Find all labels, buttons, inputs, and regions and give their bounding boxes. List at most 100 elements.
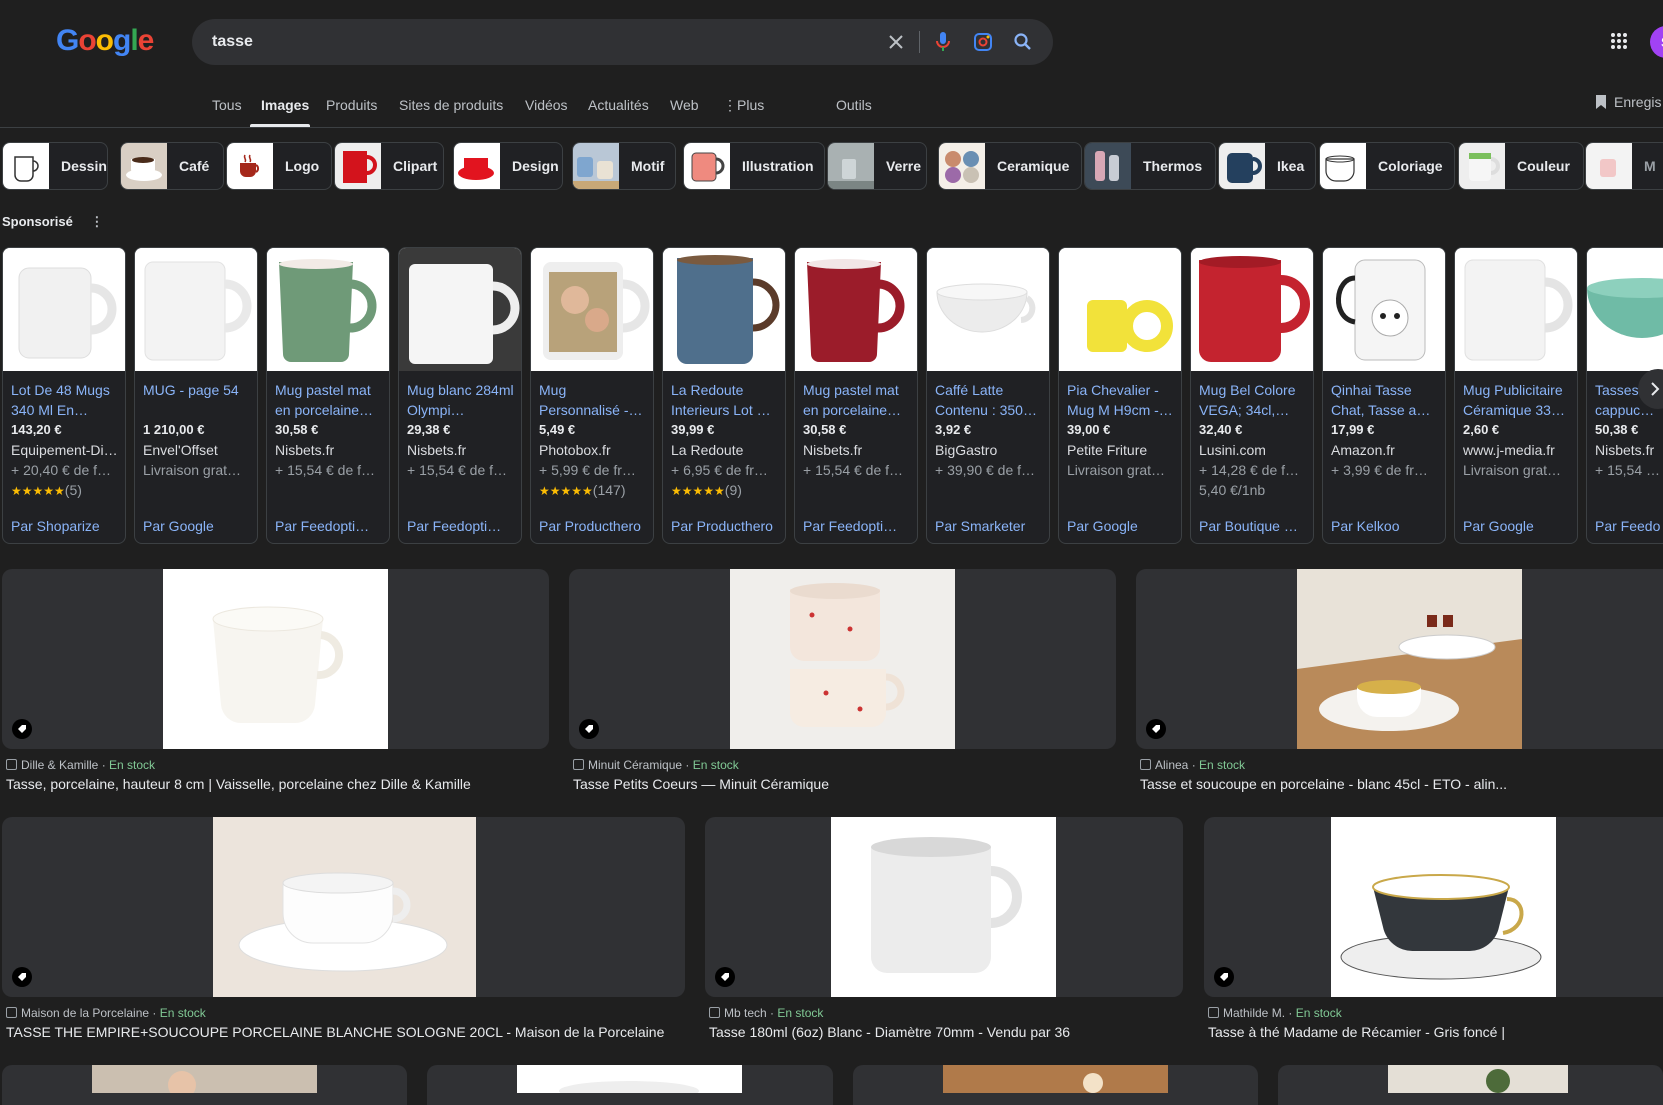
product-title[interactable]: Lot De 48 Mugs 340 Ml En… <box>11 380 121 420</box>
product-title[interactable]: Qinhai Tasse Chat, Tasse a… <box>1331 380 1441 420</box>
product-title[interactable]: Pia Chevalier - Mug M H9cm -… <box>1067 380 1177 420</box>
product-card[interactable]: Mug blanc 284ml Olympi… 29,38 € Nisbets.… <box>398 247 522 544</box>
image-result[interactable]: Mathilde M. · En stock Tasse à thé Madam… <box>1204 817 1663 1047</box>
product-provider[interactable]: Par Smarketer <box>935 518 1047 534</box>
chip-design[interactable]: Design <box>453 142 563 190</box>
image-result-partial[interactable] <box>853 1065 1258 1105</box>
tab-plus[interactable]: Plus <box>737 97 764 113</box>
product-card[interactable]: Caffé Latte Contenu : 350… 3,92 € BigGas… <box>926 247 1050 544</box>
product-card[interactable]: Qinhai Tasse Chat, Tasse a… 17,99 € Amaz… <box>1322 247 1446 544</box>
product-title[interactable]: Mug Publicitaire Céramique 33… <box>1463 380 1573 420</box>
result-title[interactable]: Tasse et soucoupe en porcelaine - blanc … <box>1140 776 1520 792</box>
tab-produits[interactable]: Produits <box>326 97 377 113</box>
tab-images[interactable]: Images <box>261 97 309 113</box>
product-provider[interactable]: Par Producthero <box>539 518 651 534</box>
tab-actualites[interactable]: Actualités <box>588 97 649 113</box>
header: Google S <box>0 0 1663 84</box>
related-searches-chips: Dessin Café Logo Clipart Design Motif Il… <box>0 140 1663 192</box>
tab-web[interactable]: Web <box>670 97 699 113</box>
microphone-icon[interactable] <box>929 28 957 56</box>
image-result-partial[interactable] <box>427 1065 833 1105</box>
tab-videos[interactable]: Vidéos <box>525 97 568 113</box>
chip-thumbnail <box>828 143 874 189</box>
image-result-partial[interactable] <box>2 1065 407 1105</box>
image-result[interactable]: Dille & Kamille · En stock Tasse, porcel… <box>2 569 549 799</box>
result-image <box>943 1065 1168 1093</box>
product-title[interactable]: Mug pastel mat en porcelaine… <box>275 380 385 420</box>
clear-icon[interactable] <box>882 28 910 56</box>
product-title[interactable]: Mug pastel mat en porcelaine… <box>803 380 913 420</box>
product-provider[interactable]: Par Google <box>1067 518 1179 534</box>
product-title[interactable]: Mug Personnalisé -… <box>539 380 649 420</box>
chip-dessin[interactable]: Dessin <box>2 142 108 190</box>
product-card[interactable]: Mug pastel mat en porcelaine… 30,58 € Ni… <box>266 247 390 544</box>
result-title[interactable]: TASSE THE EMPIRE+SOUCOUPE PORCELAINE BLA… <box>6 1024 686 1040</box>
product-provider[interactable]: Par Google <box>143 518 255 534</box>
product-provider[interactable]: Par Kelkoo <box>1331 518 1443 534</box>
product-title[interactable]: Mug blanc 284ml Olympi… <box>407 380 517 420</box>
product-provider[interactable]: Par Shoparize <box>11 518 123 534</box>
chip-logo[interactable]: Logo <box>226 142 332 190</box>
search-icon[interactable] <box>1009 28 1037 56</box>
product-store: Envel'Offset <box>143 442 218 458</box>
product-card[interactable]: Mug Publicitaire Céramique 33… 2,60 € ww… <box>1454 247 1578 544</box>
chip-cafe[interactable]: Café <box>120 142 224 190</box>
product-title[interactable]: La Redoute Interieurs Lot … <box>671 380 781 420</box>
product-card[interactable]: Pia Chevalier - Mug M H9cm -… 39,00 € Pe… <box>1058 247 1182 544</box>
product-title[interactable]: Mug Bel Colore VEGA; 34cl,… <box>1199 380 1309 420</box>
product-provider[interactable]: Par Producthero <box>671 518 783 534</box>
product-title[interactable]: MUG - page 54 <box>143 380 253 420</box>
product-card[interactable]: Mug pastel mat en porcelaine… 30,58 € Ni… <box>794 247 918 544</box>
product-provider[interactable]: Par Feedopti… <box>275 518 387 534</box>
image-result-partial[interactable] <box>1278 1065 1663 1105</box>
product-shipping: Livraison grat… <box>1067 462 1166 478</box>
google-logo[interactable]: Google <box>56 24 154 58</box>
chip-more[interactable]: M <box>1585 142 1663 190</box>
chip-clipart[interactable]: Clipart <box>334 142 444 190</box>
google-lens-icon[interactable] <box>969 28 997 56</box>
product-card[interactable]: La Redoute Interieurs Lot … 39,99 € La R… <box>662 247 786 544</box>
product-price: 5,49 € <box>539 422 576 437</box>
image-result[interactable]: Alinea · En stock Tasse et soucoupe en p… <box>1136 569 1663 799</box>
tab-sites-de-produits[interactable]: Sites de produits <box>399 97 503 113</box>
saved-button[interactable]: Enregis <box>1594 94 1661 110</box>
product-provider[interactable]: Par Feedopti… <box>407 518 519 534</box>
chip-thumbnail <box>1085 143 1131 189</box>
chip-verre[interactable]: Verre <box>827 142 927 190</box>
image-result[interactable]: Mb tech · En stock Tasse 180ml (6oz) Bla… <box>705 817 1183 1047</box>
image-result[interactable]: Minuit Céramique · En stock Tasse Petits… <box>569 569 1116 799</box>
chip-motif[interactable]: Motif <box>572 142 676 190</box>
product-provider[interactable]: Par Boutique … <box>1199 518 1311 534</box>
more-icon[interactable]: ⋮ <box>723 97 737 114</box>
product-card[interactable]: Lot De 48 Mugs 340 Ml En… 143,20 € Equip… <box>2 247 126 544</box>
search-input[interactable] <box>212 30 852 54</box>
result-title[interactable]: Tasse Petits Coeurs — Minuit Céramique <box>573 776 1113 792</box>
chip-coloriage[interactable]: Coloriage <box>1319 142 1455 190</box>
more-options-icon[interactable]: ⋮ <box>90 214 103 229</box>
product-card[interactable]: MUG - page 54 1 210,00 € Envel'Offset Li… <box>134 247 258 544</box>
avatar[interactable]: S <box>1650 26 1663 58</box>
product-provider[interactable]: Par Feedopti… <box>803 518 915 534</box>
image-result[interactable]: Maison de la Porcelaine · En stock TASSE… <box>2 817 685 1047</box>
chip-ikea[interactable]: Ikea <box>1218 142 1316 190</box>
product-card[interactable]: Mug Personnalisé -… 5,49 € Photobox.fr +… <box>530 247 654 544</box>
shopping-tag-icon <box>12 719 32 739</box>
chip-illustration[interactable]: Illustration <box>683 142 825 190</box>
search-box <box>192 19 1053 65</box>
product-provider[interactable]: Par Google <box>1463 518 1575 534</box>
product-card[interactable]: Mug Bel Colore VEGA; 34cl,… 32,40 € Lusi… <box>1190 247 1314 544</box>
product-provider[interactable]: Par Feedo <box>1595 518 1661 534</box>
result-title[interactable]: Tasse à thé Madame de Récamier - Gris fo… <box>1208 1024 1663 1040</box>
chip-thermos[interactable]: Thermos <box>1084 142 1216 190</box>
chip-couleur[interactable]: Couleur <box>1458 142 1584 190</box>
chip-ceramique[interactable]: Ceramique <box>938 142 1082 190</box>
result-title[interactable]: Tasse 180ml (6oz) Blanc - Diamètre 70mm … <box>709 1024 1187 1040</box>
tools-button[interactable]: Outils <box>836 97 872 113</box>
apps-grid-icon[interactable] <box>1610 32 1628 55</box>
result-title[interactable]: Tasse, porcelaine, hauteur 8 cm | Vaisse… <box>6 776 546 792</box>
result-source: Minuit Céramique · En stock <box>573 758 739 772</box>
result-image-frame <box>2 569 549 749</box>
tab-tous[interactable]: Tous <box>212 97 242 113</box>
product-title[interactable]: Caffé Latte Contenu : 350… <box>935 380 1045 420</box>
product-image <box>927 248 1049 371</box>
